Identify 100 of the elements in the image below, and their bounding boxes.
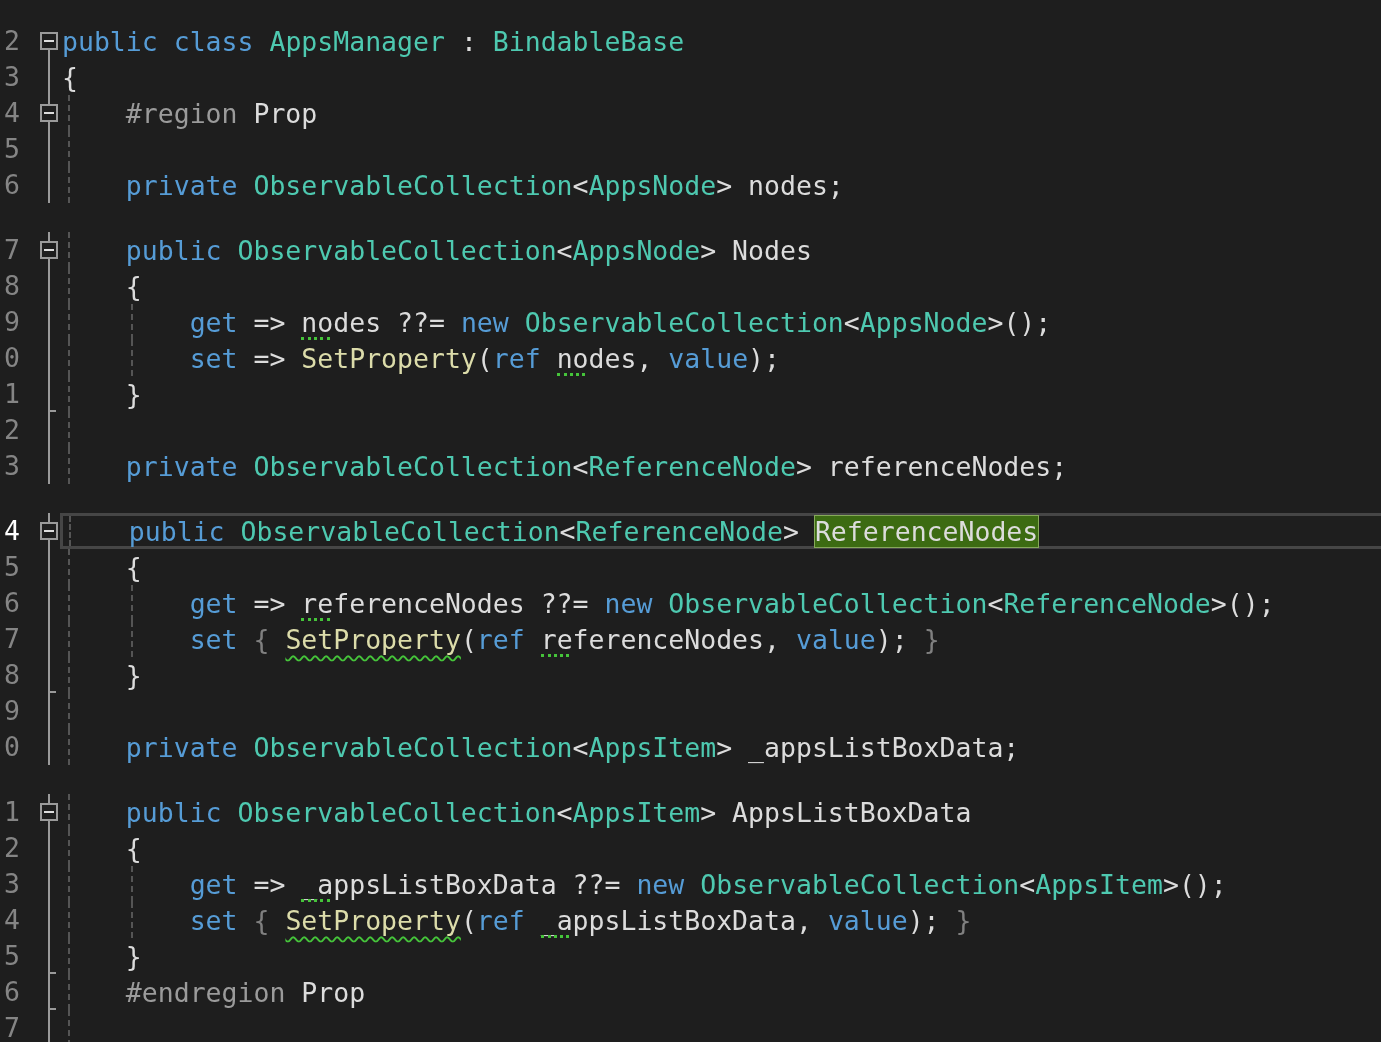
code-text: ( — [460, 904, 477, 936]
brace-text: { — [253, 904, 271, 936]
keyword: private — [125, 731, 239, 763]
keyword: get — [189, 306, 239, 338]
keyword: private — [125, 169, 239, 201]
collapse-icon[interactable] — [40, 241, 58, 259]
line-number: 4 — [3, 514, 20, 548]
type-name: ObservableCollection — [237, 796, 557, 828]
code-text: , — [764, 623, 781, 655]
code-text: > AppsListBoxData — [700, 796, 972, 828]
type-name: ObservableCollection — [240, 515, 560, 547]
type-name: ReferenceNode — [1003, 587, 1211, 619]
code-text: : — [459, 25, 478, 57]
type-name: ReferenceNode — [588, 450, 796, 482]
type-name: AppsNode — [572, 234, 701, 266]
keyword: set — [189, 623, 239, 655]
highlighted-identifier: ReferenceNodes — [814, 515, 1039, 547]
code-text: > nodes; — [716, 169, 844, 201]
code-text: >(); — [1210, 587, 1275, 619]
code-text: > referenceNodes; — [795, 450, 1068, 482]
code-text: { — [62, 61, 78, 93]
collapse-icon[interactable] — [40, 32, 58, 50]
line-number: 7 — [3, 233, 20, 267]
type-name: AppsItem — [572, 796, 701, 828]
keyword: get — [189, 587, 239, 619]
line-number: 1 — [3, 377, 20, 411]
type-name: ObservableCollection — [700, 868, 1020, 900]
collapse-icon[interactable] — [40, 803, 58, 821]
code-text: => — [253, 342, 287, 374]
code-text: ??= — [539, 587, 590, 619]
type-name: ObservableCollection — [253, 169, 573, 201]
code-text: nodes — [301, 306, 382, 338]
method-name: SetProperty — [301, 342, 477, 374]
keyword: get — [189, 868, 239, 900]
type-name: ObservableCollection — [668, 587, 988, 619]
line-number: 0 — [3, 341, 20, 375]
type-name: AppsManager — [269, 25, 445, 57]
line-number: 4 — [3, 903, 20, 937]
keyword: new — [604, 587, 654, 619]
keyword: ref — [476, 904, 526, 936]
line-number: 7 — [3, 622, 20, 656]
collapse-icon[interactable] — [40, 104, 58, 122]
code-text: < — [556, 796, 573, 828]
preprocessor-directive: #endregion — [125, 976, 287, 1008]
code-text: { — [125, 270, 142, 302]
keyword: set — [189, 342, 239, 374]
collapse-icon[interactable] — [40, 522, 58, 540]
code-text: < — [572, 450, 589, 482]
line-number: 2 — [3, 413, 20, 447]
keyword: ref — [492, 342, 542, 374]
code-text: referenceNodes — [540, 623, 765, 655]
code-text: => — [253, 306, 287, 338]
code-text: > — [783, 515, 800, 547]
code-text: ); — [875, 623, 908, 655]
type-name: BindableBase — [492, 25, 685, 57]
line-number: 4 — [3, 96, 20, 130]
line-number: 0 — [3, 730, 20, 764]
line-number: 3 — [3, 867, 20, 901]
keyword: public — [128, 515, 226, 547]
code-text: >(); — [1162, 868, 1227, 900]
line-number: 2 — [3, 831, 20, 865]
line-number: 2 — [3, 24, 20, 58]
brace-text: } — [954, 904, 972, 936]
code-text: { — [125, 551, 142, 583]
code-text: _appsListBoxData — [540, 904, 796, 936]
keyword: new — [460, 306, 510, 338]
code-text: ); — [907, 904, 940, 936]
code-text: ( — [476, 342, 493, 374]
line-number: 5 — [3, 132, 20, 166]
keyword: new — [636, 868, 686, 900]
code-text: > _appsListBoxData; — [716, 731, 1020, 763]
line-number: 6 — [3, 586, 20, 620]
code-text: _appsListBoxData — [301, 868, 557, 900]
code-text: > Nodes — [700, 234, 812, 266]
code-text: >(); — [987, 306, 1052, 338]
line-number: 6 — [3, 975, 20, 1009]
type-name: ObservableCollection — [253, 450, 573, 482]
code-text: < — [572, 731, 589, 763]
code-text: < — [559, 515, 576, 547]
keyword: value — [827, 904, 908, 936]
code-text: referenceNodes — [301, 587, 525, 619]
code-text: { — [125, 832, 142, 864]
code-text: < — [987, 587, 1004, 619]
keyword: public class — [62, 25, 255, 57]
code-text: => — [253, 868, 287, 900]
keyword: value — [795, 623, 876, 655]
keyword: ref — [476, 623, 526, 655]
keyword: public — [125, 796, 223, 828]
line-number: 1 — [3, 795, 20, 829]
keyword: public — [125, 234, 223, 266]
type-name: ReferenceNode — [575, 515, 783, 547]
line-number: 3 — [3, 60, 20, 94]
type-name: AppsItem — [588, 731, 717, 763]
code-text: < — [843, 306, 860, 338]
code-text: => — [253, 587, 287, 619]
type-name: ObservableCollection — [524, 306, 844, 338]
code-text: nodes — [556, 342, 637, 374]
line-number: 5 — [3, 939, 20, 973]
code-text: } — [125, 378, 142, 410]
code-text: Prop — [253, 97, 318, 129]
